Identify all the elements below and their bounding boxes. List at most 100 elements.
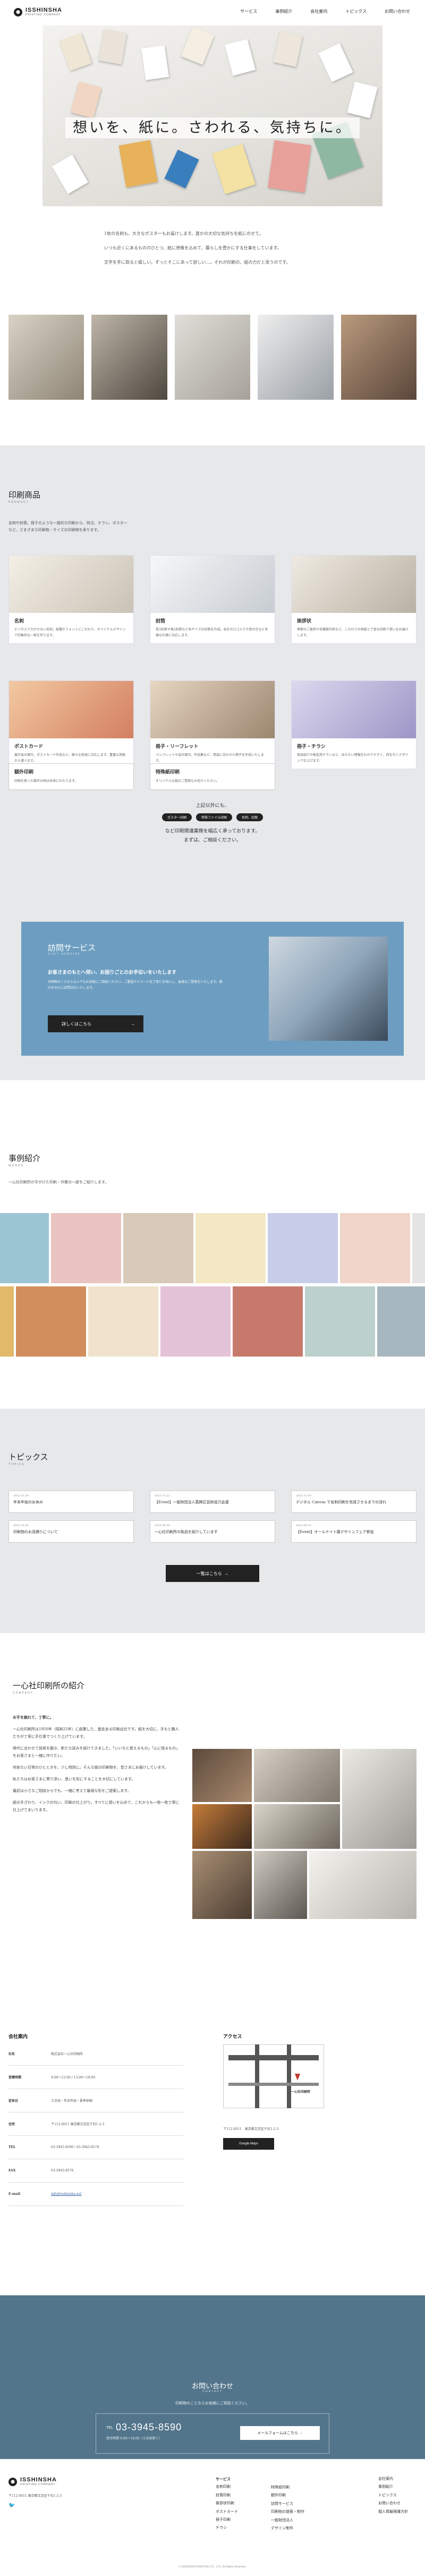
topic-item[interactable]: 2023.11.08 デジタル Canvas で名刺印刷を完成させるまでの流れ [291, 1491, 416, 1513]
footer-link[interactable]: 訪問サービス [271, 2500, 304, 2508]
photo [258, 315, 334, 400]
company-photo [342, 1749, 416, 1849]
product-image [150, 555, 275, 613]
product-card[interactable]: 挨拶状 季節のご挨拶や各種案内状など、こだわりの用紙と丁寧な印刷で想いをお届けしま… [291, 555, 416, 644]
footer-link[interactable]: 額外印刷 [271, 2491, 304, 2499]
logo-subtext: PRINTING COMPANY [26, 13, 61, 16]
products-description: 名刺や封筒、冊子のような一般的な印刷から、特注、チラシ、ポスターなど、さまざまな… [8, 521, 128, 533]
work-thumbnail[interactable] [51, 1213, 121, 1283]
topics-subtitle: TOPICS [8, 1463, 25, 1466]
topic-title: 【Event】一般財団法人葛飾区芸術協力会議 [155, 1500, 229, 1504]
product-name: 冊子・チラシ [297, 744, 326, 750]
info-row: 営業時間 9:00〜12:00 / 13:00〜18:00 [8, 2066, 184, 2089]
nav-works[interactable]: 事例紹介 [275, 9, 292, 14]
products-subtitle: PRODUCT [8, 501, 29, 504]
visit-details-button[interactable]: 詳しくはこちら → [48, 1015, 143, 1032]
footer-link[interactable]: 封筒印刷 [216, 2491, 238, 2499]
product-box[interactable]: 特殊紙印刷 オリジナルな紙のご提案もお任せください。 [150, 763, 275, 790]
footer-link[interactable]: ポストカード [216, 2508, 238, 2516]
topic-item[interactable]: 2023.10.24 印刷物のお見積りについて [8, 1520, 134, 1543]
topic-item[interactable]: 2023.12.28 年末年始のお休み [8, 1491, 134, 1513]
product-box[interactable]: 額外印刷 印刷を使った製作の例は多岐にわたります。 [8, 763, 134, 790]
nav-topics[interactable]: トピックス [345, 9, 367, 14]
twitter-icon[interactable]: 🐦 [8, 2503, 15, 2508]
work-thumbnail[interactable] [412, 1213, 425, 1283]
company-photo [192, 1851, 252, 1919]
info-key: 住所 [8, 2123, 15, 2126]
button-label: メールフォームはこちら [257, 2431, 298, 2435]
footer-link[interactable]: 挨拶状印刷 [216, 2499, 238, 2507]
work-thumbnail[interactable] [0, 1213, 49, 1283]
info-value: 03-3945-8578 [51, 2169, 74, 2173]
product-card[interactable]: 封筒 長3封筒や角2封筒など各サイズの封筒を作成。会社のロゴ入りや窓付きなど多様な… [150, 555, 275, 644]
footer-col-more: 特殊紙印刷 額外印刷 訪問サービス 印刷物の提案・制作 一般財団法人 デザイン制… [271, 2484, 304, 2532]
tel-number[interactable]: 03-3945-8590 [116, 2422, 182, 2433]
tel-label: TEL [106, 2426, 113, 2430]
footer-link[interactable]: 冊子印刷 [216, 2516, 238, 2524]
footer-link[interactable]: トピックス [378, 2491, 408, 2499]
product-card[interactable]: 名刺 ビジネスで欠かせない名刺。紙種やフォントにこだわり、オリジナルデザインで印象… [8, 555, 134, 644]
topic-item[interactable]: 2023.09.14 【Event】オールナイト展デザインフェア参加 [291, 1520, 416, 1543]
work-thumbnail[interactable] [233, 1286, 303, 1357]
site-logo[interactable]: ● ISSHINSHA PRINTING COMPANY [14, 7, 62, 16]
tag[interactable]: 名刺、封筒 [236, 813, 264, 821]
work-thumbnail[interactable] [16, 1286, 86, 1357]
google-maps-button[interactable]: Google Maps [223, 2138, 274, 2150]
product-image [150, 681, 275, 738]
info-value: 9:00〜12:00 / 13:00〜18:00 [51, 2076, 96, 2080]
work-thumbnail[interactable] [340, 1213, 410, 1283]
more-text: 上記以外にも、 [196, 803, 230, 809]
access-title: アクセス [223, 2034, 242, 2040]
topics-list-button[interactable]: 一覧はこちら → [166, 1565, 259, 1582]
footer-link[interactable]: 事例紹介 [378, 2483, 408, 2491]
topic-item[interactable]: 2023.09.30 一心社印刷所の製品を紹介しています [150, 1520, 275, 1543]
info-row: 社名 株式会社一心社印刷所 [8, 2042, 184, 2066]
footer-link[interactable]: 印刷物の提案・制作 [271, 2508, 304, 2516]
works-subtitle: WORKS [8, 1164, 24, 1167]
footer-link[interactable]: 特殊紙印刷 [271, 2484, 304, 2491]
nav-contact[interactable]: お問い合わせ [385, 9, 410, 14]
contact-section: お問い合わせ CONTACT 印刷物のことならお気軽にご相談ください。 TEL … [0, 2295, 425, 2459]
work-thumbnail[interactable] [123, 1213, 193, 1283]
intro-paragraph: 文字を手に取ると嬉しい。ずっとそこにあって欲しい…。それが印刷の、紙の力だと思う… [104, 259, 291, 265]
visit-service-banner: 訪問サービス VISIT SERVICE お客さまのもとへ伺い、お困りごとのお手… [21, 922, 404, 1056]
company-photo [192, 1749, 252, 1802]
footer-logo[interactable]: ● ISSHINSHA PRINTING COMPANY [8, 2477, 57, 2486]
footer-link[interactable]: 個人情報保護方針 [378, 2508, 408, 2516]
product-card[interactable]: ポストカード 展示会の案内、ポストカード作品など、様々な用途に対応します。豊富な用… [8, 680, 134, 769]
intro-text: 1枚の名刺も、大きなポスターもお届けします。誰かの大切な気持ちを紙にのせて。 い… [104, 230, 327, 272]
work-thumbnail[interactable] [0, 1286, 14, 1357]
work-thumbnail[interactable] [305, 1286, 375, 1357]
product-desc: 展示会の案内、ポストカード作品など、様々な用途に対応します。豊富な用紙から選べま… [14, 753, 126, 763]
tag[interactable]: ポスター印刷 [162, 813, 192, 821]
product-card[interactable]: 冊子・リーフレット パンフレットや会社案内、作品集など、用途に合わせた冊子を作成い… [150, 680, 275, 769]
work-thumbnail[interactable] [377, 1286, 425, 1357]
product-card[interactable]: 冊子・チラシ 商品紹介や販促用チラシなど、伝えたい情報をわかりやすく、目を引くデザ… [291, 680, 416, 769]
tag[interactable]: 特殊ファイル印刷 [196, 813, 232, 821]
work-thumbnail[interactable] [196, 1213, 266, 1283]
footer-link[interactable]: 名刺印刷 [216, 2483, 238, 2491]
contact-title: お問い合わせ [191, 2383, 233, 2390]
arrow-right-icon: → [224, 1571, 229, 1576]
product-image [292, 555, 416, 613]
work-thumbnail[interactable] [268, 1213, 338, 1283]
topic-title: 年末年始のお休み [13, 1500, 43, 1504]
topic-item[interactable]: 2023.11.22 【Event】一般財団法人葛飾区芸術協力会議 [150, 1491, 275, 1513]
product-name: 冊子・リーフレット [156, 744, 199, 750]
company-paragraph: 最初は小さなご相談からでも、一緒に考えて最適な形をご提案します。 [13, 1789, 131, 1793]
site-header: ● ISSHINSHA PRINTING COMPANY サービス 事例紹介 会… [0, 0, 425, 26]
footer-link[interactable]: チラシ [216, 2524, 238, 2532]
footer-link[interactable]: 一般財団法人 [271, 2516, 304, 2524]
footer-col-company: 会社案内 事例紹介 トピックス お問い合わせ 個人情報保護方針 [378, 2475, 408, 2516]
footer-col-title: サービス [216, 2477, 231, 2481]
footer-link[interactable]: デザイン制作 [271, 2524, 304, 2532]
company-subtitle: COMPANY [13, 1691, 33, 1695]
nav-service[interactable]: サービス [240, 9, 257, 14]
work-thumbnail[interactable] [160, 1286, 231, 1357]
work-thumbnail[interactable] [88, 1286, 158, 1357]
footer-link[interactable]: 会社案内 [378, 2475, 408, 2483]
nav-company[interactable]: 会社案内 [310, 9, 327, 14]
email-link[interactable]: info@isshinsha.net [51, 2192, 82, 2196]
footer-link[interactable]: お問い合わせ [378, 2499, 408, 2507]
mail-form-button[interactable]: メールフォームはこちら → [240, 2426, 320, 2440]
